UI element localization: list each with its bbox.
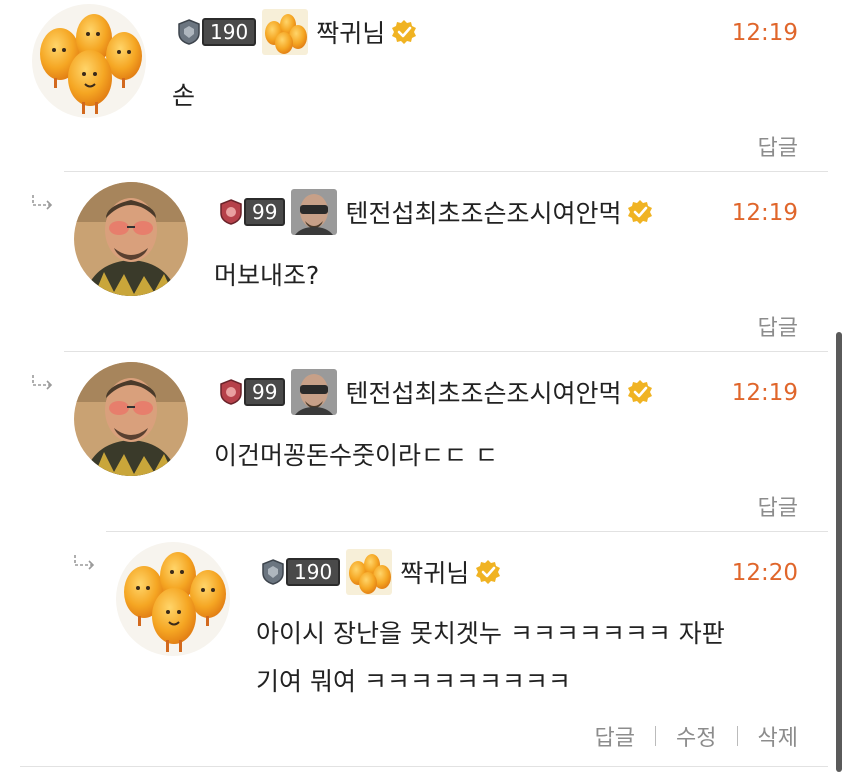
username[interactable]: 짝귀님 [400, 554, 469, 590]
comment-header: 190 짝귀님 [262, 549, 502, 595]
timestamp: 12:20 [731, 560, 798, 586]
verified-icon [475, 559, 502, 585]
comment-header: 99 텐전섭최초조슨조시여안먹 [220, 189, 654, 235]
comment-item: 99 텐전섭최초조슨조시여안먹 12:19 이건머꽁돈수줏이라ㄷㄷ ㄷ 답글 [0, 352, 850, 532]
avatar-image [74, 362, 188, 476]
mini-avatar [291, 189, 338, 235]
avatar[interactable] [32, 4, 146, 118]
comment-item: 190 짝귀님 12:20 아이시 장난을 못치겟누 ㅋㅋㅋㅋㅋㅋㅋ 자판 기여… [0, 532, 850, 768]
comment-text-line: 기여 뭐여 ㅋㅋㅋㅋㅋㅋㅋㅋㅋ [256, 667, 571, 696]
avatar[interactable] [116, 542, 230, 656]
level-number: 99 [244, 378, 286, 406]
level-badge: 190 [178, 18, 257, 46]
username[interactable]: 짝귀님 [316, 14, 385, 50]
comment-header: 99 텐전섭최초조슨조시여안먹 [220, 369, 654, 415]
timestamp: 12:19 [731, 200, 798, 226]
avatar-image [74, 182, 188, 296]
reply-button[interactable]: 답글 [758, 130, 798, 162]
username[interactable]: 텐전섭최초조슨조시여안먹 [345, 194, 621, 230]
avatar-image [116, 542, 230, 656]
reply-arrow-icon [32, 194, 52, 210]
action-separator [736, 726, 738, 746]
comment-text: 아이시 장난을 못치겟누 ㅋㅋㅋㅋㅋㅋㅋ 자판 기여 뭐여 ㅋㅋㅋㅋㅋㅋㅋㅋㅋ [256, 610, 725, 706]
mini-avatar [262, 9, 309, 55]
comment-text-line: 아이시 장난을 못치겟누 ㅋㅋㅋㅋㅋㅋㅋ 자판 [256, 619, 725, 648]
divider [20, 766, 828, 767]
rank-shield-icon [178, 19, 200, 45]
edit-button[interactable]: 수정 [676, 720, 716, 752]
comment-header: 190 짝귀님 [178, 9, 418, 55]
verified-icon [391, 19, 418, 45]
reply-button[interactable]: 답글 [595, 720, 635, 752]
mini-avatar [346, 549, 393, 595]
comment-text: 이건머꽁돈수줏이라ㄷㄷ ㄷ [214, 441, 498, 470]
comment-item: 190 짝귀님 12:19 손 답글 [0, 0, 850, 172]
verified-icon [627, 199, 654, 225]
scrollbar[interactable] [836, 332, 842, 772]
avatar[interactable] [74, 362, 188, 476]
rank-shield-icon [262, 559, 284, 585]
reply-arrow-icon [74, 554, 94, 570]
comment-text: 머보내조? [214, 261, 320, 290]
username[interactable]: 텐전섭최초조슨조시여안먹 [345, 374, 621, 410]
reply-button[interactable]: 답글 [758, 490, 798, 522]
mini-avatar [291, 369, 338, 415]
level-badge: 190 [262, 558, 341, 586]
level-badge: 99 [220, 378, 286, 406]
rank-shield-icon [220, 199, 242, 225]
rank-shield-icon [220, 379, 242, 405]
comment-text: 손 [172, 81, 196, 110]
action-separator [655, 726, 657, 746]
level-number: 99 [244, 198, 286, 226]
reply-button[interactable]: 답글 [758, 310, 798, 342]
level-badge: 99 [220, 198, 286, 226]
level-number: 190 [286, 558, 341, 586]
delete-button[interactable]: 삭제 [758, 720, 798, 752]
reply-arrow-icon [32, 374, 52, 390]
timestamp: 12:19 [731, 20, 798, 46]
avatar[interactable] [74, 182, 188, 296]
avatar-image [32, 4, 146, 118]
verified-icon [627, 379, 654, 405]
timestamp: 12:19 [731, 380, 798, 406]
level-number: 190 [202, 18, 257, 46]
comment-item: 99 텐전섭최초조슨조시여안먹 12:19 머보내조? 답글 [0, 172, 850, 352]
